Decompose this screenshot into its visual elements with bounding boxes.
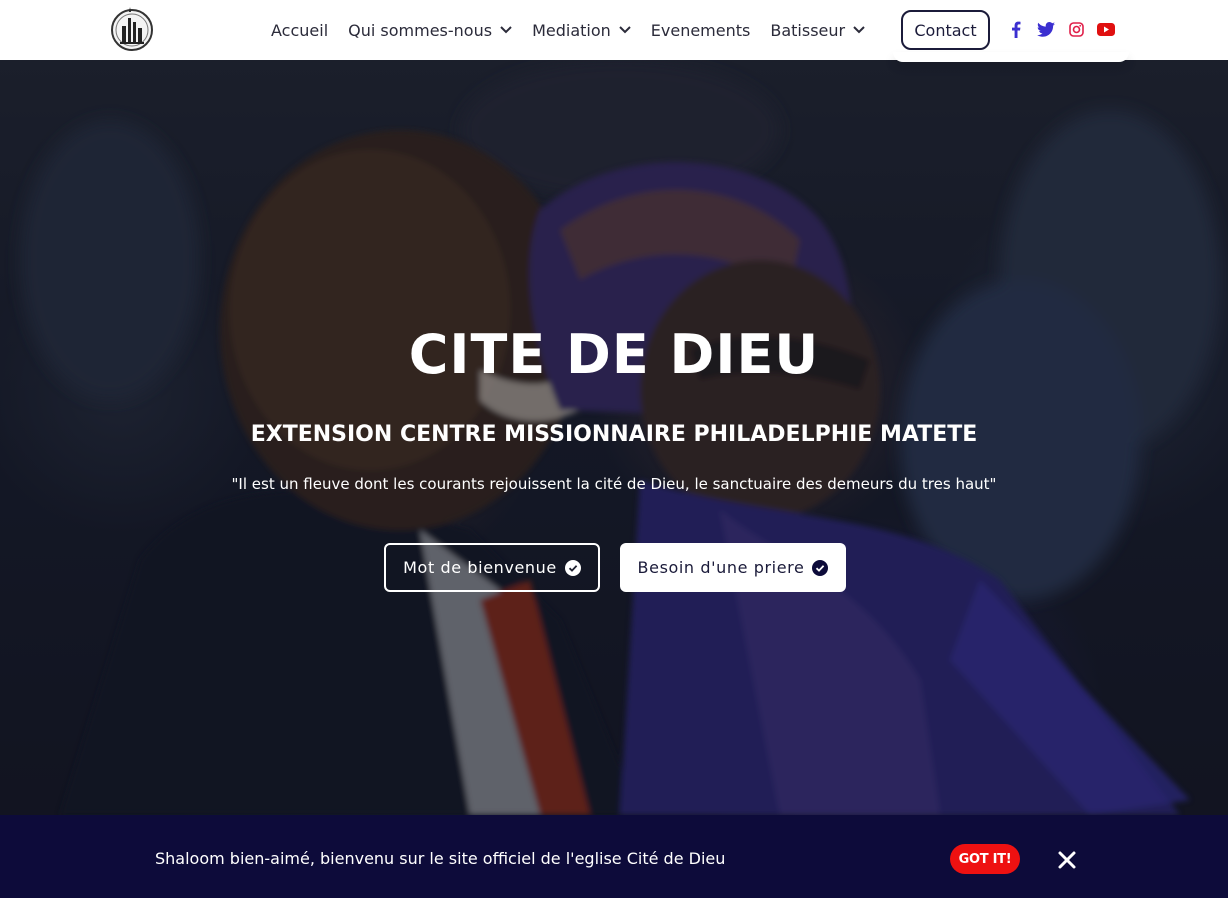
check-circle-icon [564,559,581,576]
church-logo-icon[interactable] [110,4,154,54]
welcome-message-button[interactable]: Mot de bienvenue [384,543,600,592]
nav-batisseur[interactable]: Batisseur [770,21,865,40]
nav-evenements[interactable]: Evenements [651,21,751,40]
welcome-message-label: Mot de bienvenue [403,558,557,577]
chevron-down-icon [853,26,865,34]
hero-section: CITE DE DIEU EXTENSION CENTRE MISSIONNAI… [0,60,1228,815]
nav-qui-sommes-nous-label: Qui sommes-nous [348,20,493,40]
nav-accueil-label: Accueil [271,20,329,40]
prayer-request-label: Besoin d'une priere [637,558,805,577]
social-links [1006,19,1126,39]
chevron-down-icon [619,26,631,34]
hero-subtitle: EXTENSION CENTRE MISSIONNAIRE PHILADELPH… [250,422,978,447]
cookie-banner: Shaloom bien-aimé, bienvenu sur le site … [0,815,1228,898]
twitter-icon[interactable] [1036,19,1056,39]
got-it-button[interactable]: GOT IT! [950,844,1020,874]
facebook-icon[interactable] [1006,19,1026,39]
nav-mediation-label: Mediation [532,20,611,40]
hero-quote: "Il est un fleuve dont les courants rejo… [231,475,997,493]
nav-mediation[interactable]: Mediation [532,21,631,40]
close-icon[interactable] [1057,850,1077,870]
chevron-down-icon [500,26,512,34]
nav-accueil[interactable]: Accueil [271,21,328,40]
hero-title: CITE DE DIEU [408,323,820,386]
contact-button[interactable]: Contact [901,10,990,50]
nav-qui-sommes-nous[interactable]: Qui sommes-nous [348,21,512,40]
main-nav: Accueil Qui sommes-nous Mediation Evenem… [271,0,885,60]
youtube-icon[interactable] [1096,19,1116,39]
check-circle-icon [812,559,829,576]
nav-batisseur-label: Batisseur [770,20,846,40]
social-shadow [893,52,1129,62]
prayer-request-button[interactable]: Besoin d'une priere [620,543,846,592]
navbar: Accueil Qui sommes-nous Mediation Evenem… [0,0,1228,62]
instagram-icon[interactable] [1066,19,1086,39]
cookie-message: Shaloom bien-aimé, bienvenu sur le site … [155,849,726,868]
nav-evenements-label: Evenements [650,20,751,40]
